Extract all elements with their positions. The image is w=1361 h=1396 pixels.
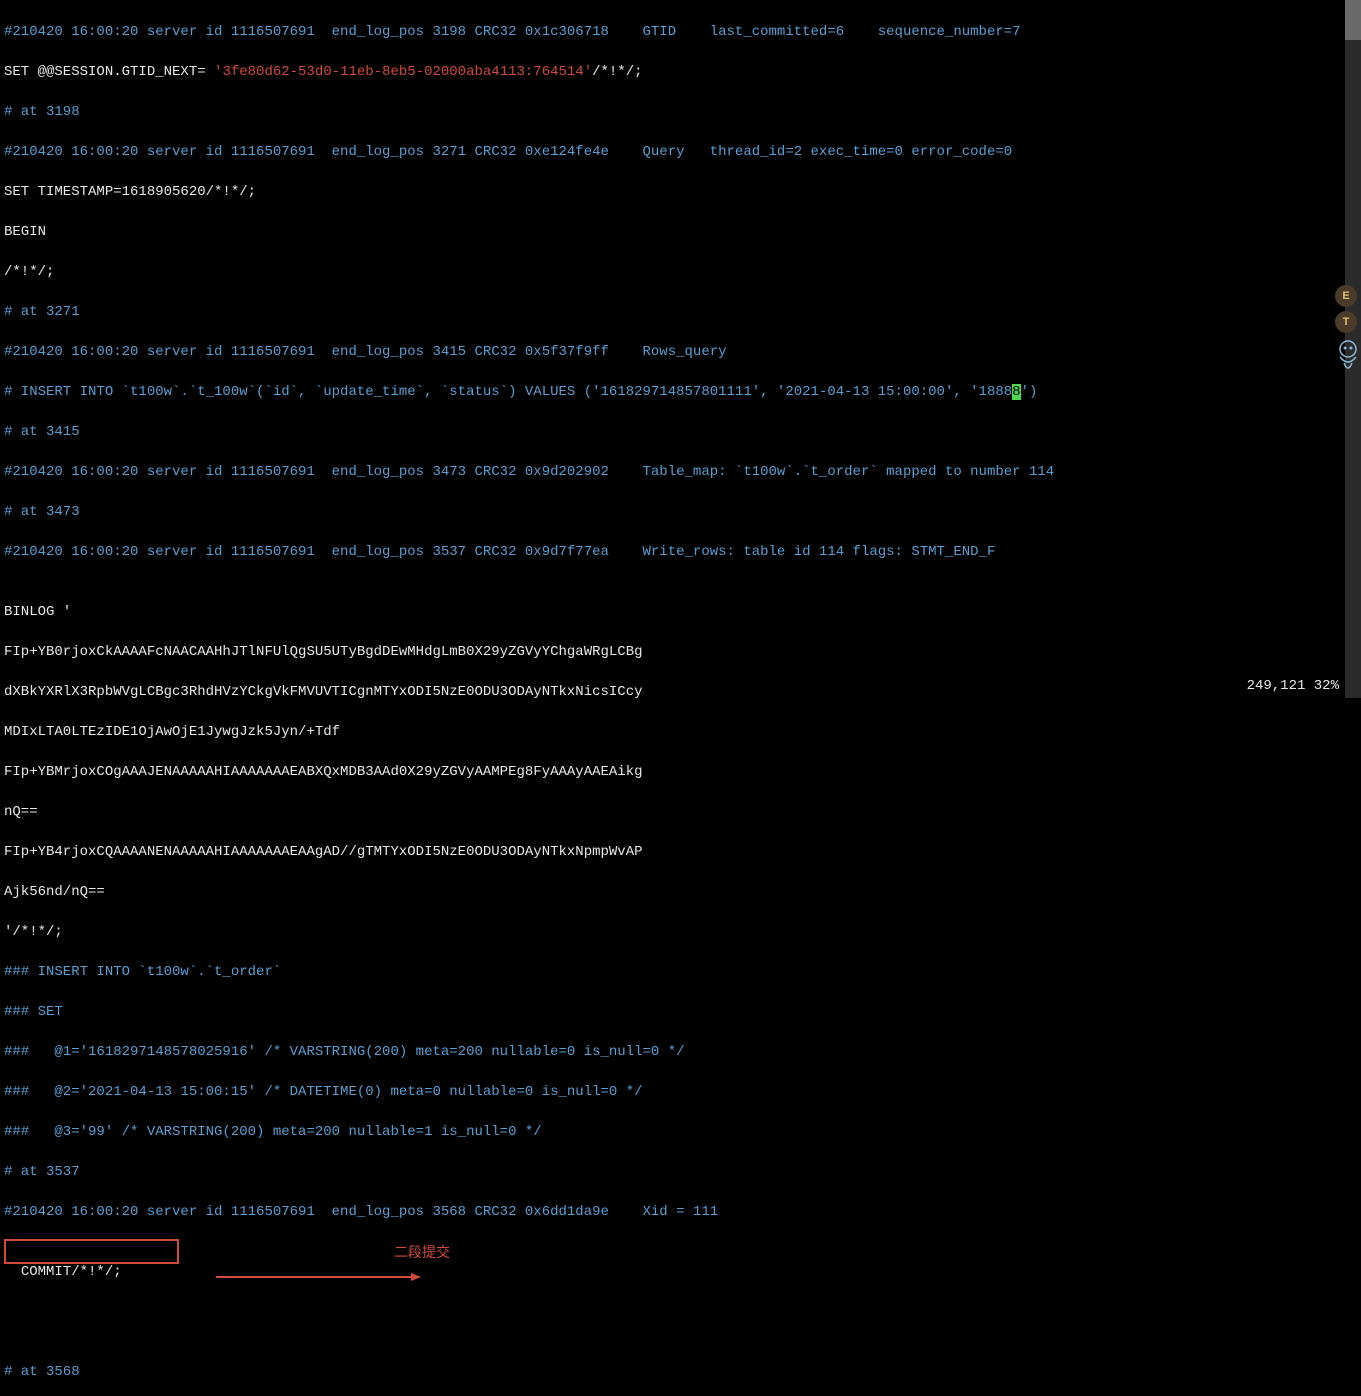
log-line: #210420 16:00:20 server id 1116507691 en…: [4, 24, 1021, 40]
log-line: BINLOG ': [4, 604, 71, 620]
log-line: # at 3198: [4, 104, 80, 120]
log-line: FIp+YB0rjoxCkAAAAFcNAACAAHhJTlNFUlQgSU5U…: [4, 644, 643, 660]
log-line: /*!*/;: [592, 64, 642, 80]
log-line: #210420 16:00:20 server id 1116507691 en…: [4, 544, 995, 560]
log-line: SET TIMESTAMP=1618905620/*!*/;: [4, 184, 256, 200]
log-line: BEGIN: [4, 224, 46, 240]
cursor-highlight: 8: [1012, 384, 1020, 400]
log-line: # INSERT INTO `t100w`.`t_100w`(`id`, `up…: [4, 384, 1012, 400]
log-line: SET @@SESSION.GTID_NEXT=: [4, 64, 214, 80]
log-line: ### SET: [4, 1004, 63, 1020]
log-line: FIp+YBMrjoxCOgAAAJENAAAAAHIAAAAAAAEABXQx…: [4, 764, 643, 780]
log-line: ### @1='1618297148578025916' /* VARSTRIN…: [4, 1044, 685, 1060]
badge-e[interactable]: E: [1335, 285, 1357, 307]
log-line: /*!*/;: [4, 264, 54, 280]
log-line: ### @3='99' /* VARSTRING(200) meta=200 n…: [4, 1124, 542, 1140]
annotation-arrow: [182, 1249, 387, 1259]
side-badges: E T: [1335, 285, 1361, 377]
log-line: # at 3415: [4, 424, 80, 440]
badge-t[interactable]: T: [1335, 311, 1357, 333]
annotation-label: 二段提交: [394, 1242, 450, 1262]
mascot-icon[interactable]: [1335, 337, 1361, 377]
cursor-position: 249,121: [1247, 678, 1306, 694]
scrollbar-thumb[interactable]: [1345, 0, 1361, 40]
log-line: ### @2='2021-04-13 15:00:15' /* DATETIME…: [4, 1084, 643, 1100]
log-line: nQ==: [4, 804, 38, 820]
terminal-output[interactable]: #210420 16:00:20 server id 1116507691 en…: [0, 0, 1361, 1396]
status-bar: 249,121 32%: [1241, 674, 1345, 698]
log-line: #210420 16:00:20 server id 1116507691 en…: [4, 144, 1012, 160]
log-line: # at 3473: [4, 504, 80, 520]
log-line: Ajk56nd/nQ==: [4, 884, 105, 900]
commit-line: COMMIT/*!*/;: [21, 1264, 122, 1280]
log-line: #210420 16:00:20 server id 1116507691 en…: [4, 344, 727, 360]
log-line: FIp+YB4rjoxCQAAAANENAAAAAHIAAAAAAAEAAgAD…: [4, 844, 643, 860]
log-line: #210420 16:00:20 server id 1116507691 en…: [4, 1204, 718, 1220]
log-line: # at 3271: [4, 304, 80, 320]
log-line: ### INSERT INTO `t100w`.`t_order`: [4, 964, 281, 980]
annotation-box: [4, 1239, 179, 1264]
log-line: '/*!*/;: [4, 924, 63, 940]
scroll-percentage: 32%: [1314, 678, 1339, 694]
log-line: #210420 16:00:20 server id 1116507691 en…: [4, 464, 1054, 480]
log-line: # at 3537: [4, 1164, 80, 1180]
log-line: # at 3568: [4, 1364, 80, 1380]
log-line: '): [1021, 384, 1038, 400]
log-line: MDIxLTA0LTEzIDE1OjAwOjE1JywgJzk5Jyn/+Tdf: [4, 724, 340, 740]
gtid-value: '3fe80d62-53d0-11eb-8eb5-02000aba4113:76…: [214, 64, 592, 80]
